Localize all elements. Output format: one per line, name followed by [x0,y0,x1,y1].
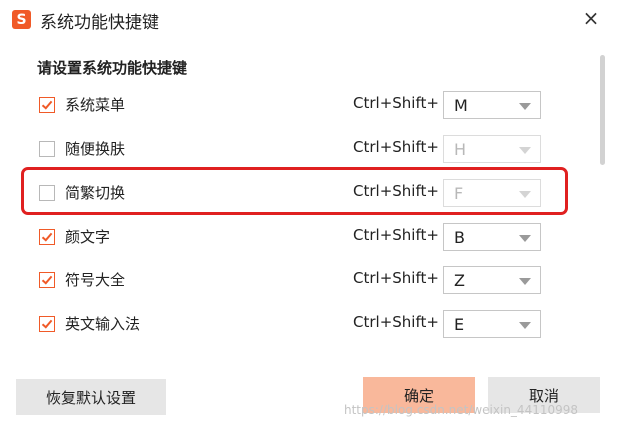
symbols-label: 符号大全 [65,271,126,289]
system-menu-label: 系统菜单 [65,96,126,114]
kaomoji-modifier: Ctrl+Shift+ [353,226,439,244]
shortcut-row-english-input: 英文输入法 Ctrl+Shift+ E [0,310,600,342]
english-input-checkbox[interactable] [39,316,55,332]
random-skin-key-value: H [454,140,467,159]
system-menu-key-select[interactable]: M [443,91,541,119]
symbols-key-value: Z [454,271,465,290]
english-input-modifier: Ctrl+Shift+ [353,313,439,331]
highlight-annotation [21,167,568,215]
kaomoji-key-value: B [454,228,465,247]
english-input-key-select[interactable]: E [443,310,541,338]
system-menu-key-value: M [454,96,468,115]
random-skin-label: 随便换肤 [65,140,126,158]
symbols-key-select[interactable]: Z [443,266,541,294]
shortcut-row-kaomoji: 颜文字 Ctrl+Shift+ B [0,223,600,255]
system-menu-checkbox[interactable] [39,97,55,113]
section-heading: 请设置系统功能快捷键 [37,59,188,77]
chevron-down-icon [519,103,531,110]
chevron-down-icon [519,322,531,329]
kaomoji-checkbox[interactable] [39,229,55,245]
window-title: 系统功能快捷键 [40,13,159,33]
title-bar: S 系统功能快捷键 × [0,0,619,38]
shortcut-row-symbols: 符号大全 Ctrl+Shift+ Z [0,266,600,298]
random-skin-checkbox[interactable] [39,141,55,157]
chevron-down-icon [519,278,531,285]
close-icon[interactable]: × [580,6,602,30]
symbols-modifier: Ctrl+Shift+ [353,269,439,287]
chevron-down-icon [519,235,531,242]
english-input-key-value: E [454,315,465,334]
shortcut-row-system-menu: 系统菜单 Ctrl+Shift+ M [0,91,600,123]
watermark: https://blog.csdn.net/weixin_44110998 [344,403,579,417]
chevron-down-icon [519,147,531,154]
kaomoji-key-select[interactable]: B [443,223,541,251]
scrollbar[interactable] [600,55,605,165]
symbols-checkbox[interactable] [39,272,55,288]
shortcut-row-random-skin: 随便换肤 Ctrl+Shift+ H [0,135,600,167]
reset-defaults-button[interactable]: 恢复默认设置 [16,379,166,415]
system-menu-modifier: Ctrl+Shift+ [353,94,439,112]
kaomoji-label: 颜文字 [65,228,111,246]
random-skin-modifier: Ctrl+Shift+ [353,138,439,156]
random-skin-key-select[interactable]: H [443,135,541,163]
sogou-logo-icon: S [12,10,31,29]
english-input-label: 英文输入法 [65,315,141,333]
